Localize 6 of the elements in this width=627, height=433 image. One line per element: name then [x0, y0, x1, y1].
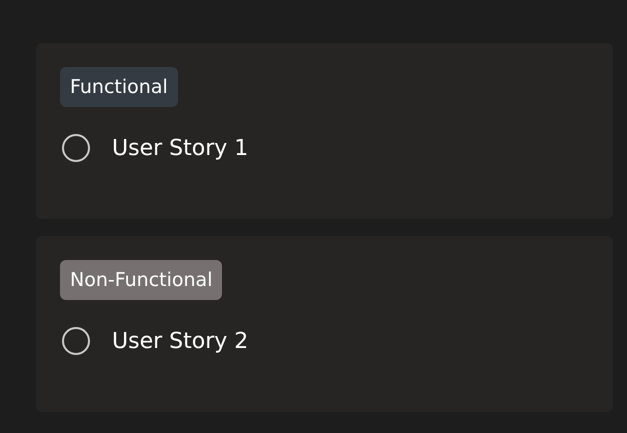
completion-radio[interactable]	[62, 327, 90, 355]
story-title: User Story 1	[112, 136, 248, 160]
category-tag: Functional	[60, 67, 178, 107]
story-title: User Story 2	[112, 328, 248, 354]
completion-radio[interactable]	[62, 134, 90, 162]
category-tag: Non-Functional	[60, 260, 222, 300]
